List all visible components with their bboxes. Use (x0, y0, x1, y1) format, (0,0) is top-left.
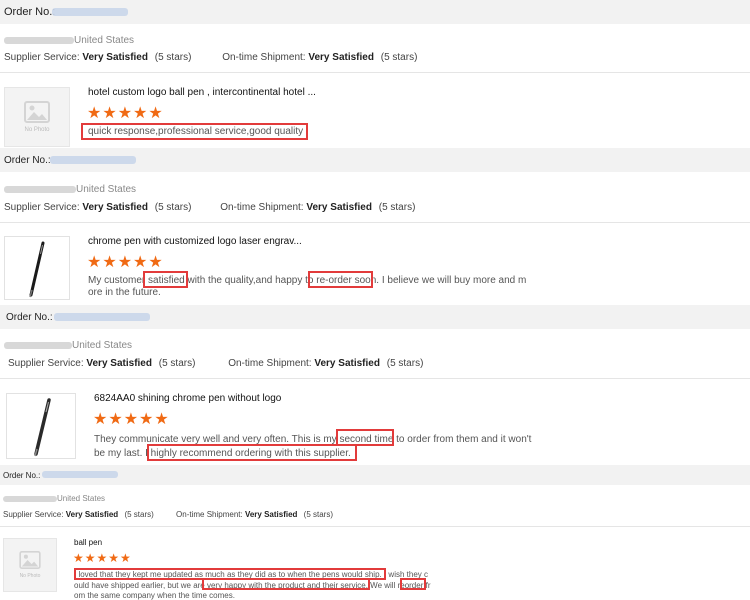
order-number-label: Order No.: (4, 6, 56, 18)
review-line: om the same company when the time comes. (74, 591, 235, 600)
rating-stars: ★★★★★ (93, 411, 170, 428)
order-header: Order No.: (0, 0, 750, 24)
divider (0, 526, 750, 527)
buyer-name-redacted (4, 36, 74, 44)
no-photo-icon (19, 551, 41, 569)
buyer-location: United States (4, 184, 136, 195)
highlight-box (143, 271, 188, 288)
rating-stars: ★★★★★ (73, 551, 132, 565)
ontime-shipment-label: On-time Shipment: (176, 510, 243, 519)
ontime-shipment-stars: (5 stars) (378, 202, 416, 213)
ontime-shipment-value: Very Satisfied (314, 358, 380, 369)
service-ratings: Supplier Service: Very Satisfied (5 star… (4, 202, 415, 213)
order-number-label: Order No.: (6, 312, 53, 323)
order-number-redacted (42, 471, 118, 478)
supplier-service-value: Very Satisfied (82, 52, 148, 63)
buyer-name-redacted (4, 341, 72, 349)
product-title[interactable]: ball pen (74, 538, 102, 547)
order-number-redacted (52, 8, 128, 16)
product-title[interactable]: chrome pen with customized logo laser en… (88, 236, 302, 247)
order-number-label: Order No.: (4, 155, 51, 166)
service-ratings: Supplier Service: Very Satisfied (5 star… (3, 510, 333, 519)
supplier-service-value: Very Satisfied (82, 202, 148, 213)
product-thumbnail[interactable]: No Photo (3, 538, 57, 592)
ontime-shipment-label: On-time Shipment: (228, 358, 312, 369)
chrome-pen-image (34, 398, 51, 457)
no-photo-icon (24, 101, 50, 123)
service-ratings: Supplier Service: Very Satisfied (5 star… (8, 358, 423, 369)
ontime-shipment-value: Very Satisfied (308, 52, 374, 63)
supplier-service-label: Supplier Service: (4, 202, 80, 213)
highlight-box (147, 444, 357, 461)
buyer-country: United States (57, 494, 106, 503)
product-thumbnail[interactable] (4, 236, 70, 300)
product-thumbnail[interactable]: No Photo (4, 87, 70, 147)
order-header: Order No.: (0, 148, 750, 172)
product-thumbnail[interactable] (6, 393, 76, 459)
product-title[interactable]: hotel custom logo ball pen , intercontin… (88, 87, 316, 98)
supplier-service-label: Supplier Service: (3, 510, 64, 519)
buyer-location: United States (4, 340, 132, 351)
chrome-pen-image (29, 241, 45, 298)
highlight-box (81, 123, 308, 140)
order-number-label: Order No.: (3, 471, 41, 480)
service-ratings: Supplier Service: Very Satisfied (5 star… (4, 52, 417, 63)
order-header: Order No.: (0, 305, 750, 329)
supplier-service-value: Very Satisfied (65, 510, 119, 519)
supplier-service-label: Supplier Service: (8, 358, 84, 369)
buyer-country: United States (72, 340, 133, 351)
ontime-shipment-label: On-time Shipment: (220, 202, 304, 213)
ontime-shipment-value: Very Satisfied (244, 510, 298, 519)
divider (0, 378, 750, 379)
ontime-shipment-stars: (5 stars) (303, 510, 334, 519)
highlight-box (308, 271, 373, 288)
product-title[interactable]: 6824AA0 shining chrome pen without logo (94, 393, 281, 404)
buyer-country: United States (74, 35, 135, 46)
order-number-redacted (50, 156, 136, 164)
ontime-shipment-stars: (5 stars) (380, 52, 418, 63)
divider (0, 222, 750, 223)
ontime-shipment-stars: (5 stars) (386, 358, 424, 369)
supplier-service-stars: (5 stars) (154, 52, 192, 63)
buyer-location: United States (3, 494, 105, 503)
highlight-box (400, 578, 426, 590)
review-line: ore in the future. (88, 287, 161, 298)
no-photo-text: No Photo (19, 573, 41, 579)
supplier-service-label: Supplier Service: (4, 52, 80, 63)
ontime-shipment-value: Very Satisfied (306, 202, 372, 213)
supplier-service-value: Very Satisfied (86, 358, 152, 369)
order-header: Order No.: (0, 465, 750, 485)
supplier-service-stars: (5 stars) (154, 202, 192, 213)
buyer-country: United States (76, 184, 137, 195)
buyer-name-redacted (3, 495, 57, 502)
rating-stars: ★★★★★ (87, 105, 164, 122)
ontime-shipment-label: On-time Shipment: (222, 52, 306, 63)
supplier-service-stars: (5 stars) (158, 358, 196, 369)
supplier-service-stars: (5 stars) (124, 510, 154, 519)
buyer-location: United States (4, 35, 134, 46)
highlight-box (202, 578, 370, 590)
rating-stars: ★★★★★ (87, 254, 164, 271)
buyer-name-redacted (4, 185, 76, 193)
no-photo-text: No Photo (24, 127, 50, 133)
divider (0, 72, 750, 73)
order-number-redacted (54, 313, 150, 321)
